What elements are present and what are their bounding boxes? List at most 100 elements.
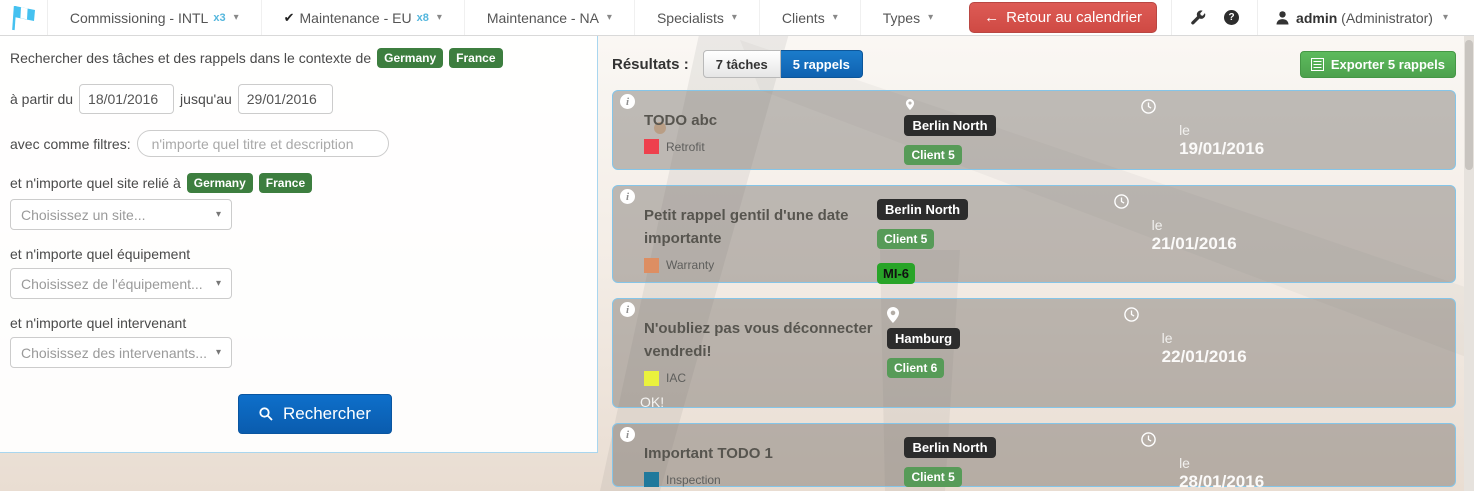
vertical-scrollbar[interactable] — [1464, 36, 1474, 491]
back-to-calendar-button[interactable]: ← Retour au calendrier — [969, 2, 1157, 33]
info-icon[interactable]: i — [620, 427, 635, 442]
reminder-title: Important TODO 1 — [644, 442, 898, 465]
nav-item-specialists[interactable]: Specialists ▾ — [635, 0, 760, 35]
chevron-down-icon: ▾ — [216, 278, 221, 289]
info-icon[interactable]: i — [620, 94, 635, 109]
scrollbar-thumb[interactable] — [1465, 40, 1473, 170]
nav-item-clients[interactable]: Clients ▾ — [760, 0, 861, 35]
chevron-down-icon: ▾ — [216, 347, 221, 358]
date-range-row: à partir du jusqu'au — [10, 84, 583, 114]
to-date-input[interactable] — [238, 84, 333, 114]
help-icon[interactable]: ? — [1224, 10, 1239, 25]
location-pin-icon — [887, 307, 899, 323]
type-color-swatch — [644, 139, 659, 154]
reminder-card[interactable]: i TODO abc Retrofit Berlin North Client … — [612, 90, 1456, 170]
results-title: Résultats : — [612, 56, 689, 73]
site-select[interactable]: Choisissez un site... ▾ — [10, 199, 232, 230]
nav-item-commissioning-intl[interactable]: Commissioning - INTL x3 ▾ — [48, 0, 262, 35]
chevron-down-icon: ▾ — [234, 12, 239, 23]
type-color-swatch — [644, 258, 659, 273]
worker-select[interactable]: Choisissez des intervenants... ▾ — [10, 337, 232, 368]
context-tag-germany: Germany — [377, 48, 443, 68]
reminder-card[interactable]: i Important TODO 1 Inspection Berlin Nor… — [612, 423, 1456, 487]
equipment-label-row: et n'importe quel équipement — [10, 246, 583, 262]
reminder-title: Petit rappel gentil d'une date important… — [644, 204, 871, 251]
equipment-badge: MI-6 — [877, 263, 915, 284]
results-panel: Résultats : 7 tâches 5 rappels Exporter … — [598, 36, 1474, 487]
left-arrow-icon: ← — [984, 9, 999, 26]
results-toggle: 7 tâches 5 rappels — [703, 50, 863, 78]
user-menu[interactable]: admin (Administrator) ▾ — [1257, 0, 1474, 35]
from-date-label: à partir du — [10, 91, 73, 107]
reminder-date: 19/01/2016 — [1179, 139, 1443, 159]
type-label: IAC — [666, 371, 686, 385]
tab-tasks[interactable]: 7 tâches — [703, 50, 781, 78]
type-color-swatch — [644, 371, 659, 386]
list-icon — [1311, 58, 1324, 71]
type-label: Warranty — [666, 258, 714, 272]
chevron-down-icon: ▾ — [437, 12, 442, 23]
chevron-down-icon: ▾ — [833, 12, 838, 23]
chevron-down-icon: ▾ — [928, 12, 933, 23]
equipment-select[interactable]: Choisissez de l'équipement... ▾ — [10, 268, 232, 299]
client-badge: Client 6 — [887, 358, 944, 378]
site-label: et n'importe quel site relié à — [10, 175, 181, 191]
nav-item-count: x8 — [417, 12, 429, 24]
nav-item-types[interactable]: Types ▾ — [861, 0, 955, 35]
clock-icon — [1141, 99, 1156, 114]
filters-row: avec comme filtres: — [10, 130, 583, 157]
info-glyph: i — [626, 96, 629, 108]
app-logo[interactable] — [0, 0, 48, 35]
site-tag-france: France — [259, 173, 312, 193]
reminder-card[interactable]: i N'oubliez pas vous déconnecter vendred… — [612, 298, 1456, 408]
reminder-cards-list: i TODO abc Retrofit Berlin North Client … — [612, 90, 1456, 487]
chevron-down-icon: ▾ — [607, 12, 612, 23]
context-label: Rechercher des tâches et des rappels dan… — [10, 50, 371, 66]
context-tag-france: France — [449, 48, 502, 68]
equipment-select-value: Choisissez de l'équipement... — [21, 276, 203, 292]
filters-label: avec comme filtres: — [10, 136, 131, 152]
reminder-date: 21/01/2016 — [1152, 234, 1443, 254]
client-badge: Client 5 — [904, 467, 961, 487]
to-date-label: jusqu'au — [180, 91, 232, 107]
title-description-filter-input[interactable] — [137, 130, 389, 157]
from-date-input[interactable] — [79, 84, 174, 114]
back-button-label: Retour au calendrier — [1006, 9, 1142, 26]
clock-icon — [1141, 432, 1156, 447]
tab-reminders-label: 5 rappels — [793, 57, 850, 72]
user-icon — [1276, 11, 1289, 25]
reminder-description: OK! — [640, 394, 881, 410]
info-icon[interactable]: i — [620, 189, 635, 204]
info-glyph: i — [626, 429, 629, 441]
export-button[interactable]: Exporter 5 rappels — [1300, 51, 1456, 78]
nav-item-label: Maintenance - EU — [300, 10, 412, 26]
type-label: Retrofit — [666, 140, 705, 154]
search-button[interactable]: Rechercher — [238, 394, 392, 434]
wrench-icon[interactable] — [1190, 10, 1206, 26]
site-badge: Berlin North — [904, 437, 995, 458]
export-button-label: Exporter 5 rappels — [1331, 57, 1445, 72]
check-icon: ✔ — [284, 10, 295, 26]
clock-icon — [1114, 194, 1129, 209]
info-icon[interactable]: i — [620, 302, 635, 317]
site-badge: Berlin North — [904, 115, 995, 136]
type-color-swatch — [644, 472, 659, 487]
search-panel: Rechercher des tâches et des rappels dan… — [0, 36, 598, 453]
site-tag-germany: Germany — [187, 173, 253, 193]
reminder-date: 22/01/2016 — [1162, 347, 1443, 367]
tab-reminders[interactable]: 5 rappels — [781, 50, 863, 78]
type-label: Inspection — [666, 473, 721, 487]
nav-item-label: Types — [883, 10, 920, 26]
worker-label: et n'importe quel intervenant — [10, 315, 186, 331]
chevron-down-icon: ▾ — [732, 12, 737, 23]
date-prefix: le — [1179, 455, 1443, 471]
reminder-date: 28/01/2016 — [1179, 472, 1443, 491]
nav-item-maintenance-na[interactable]: Maintenance - NA ▾ — [465, 0, 635, 35]
user-role: (Administrator) — [1341, 10, 1433, 26]
results-header: Résultats : 7 tâches 5 rappels Exporter … — [612, 50, 1456, 78]
help-glyph: ? — [1228, 12, 1234, 23]
flag-logo-icon — [8, 4, 38, 32]
nav-item-label: Maintenance - NA — [487, 10, 599, 26]
reminder-card[interactable]: i Petit rappel gentil d'une date importa… — [612, 185, 1456, 283]
nav-item-maintenance-eu[interactable]: ✔ Maintenance - EU x8 ▾ — [262, 0, 465, 35]
